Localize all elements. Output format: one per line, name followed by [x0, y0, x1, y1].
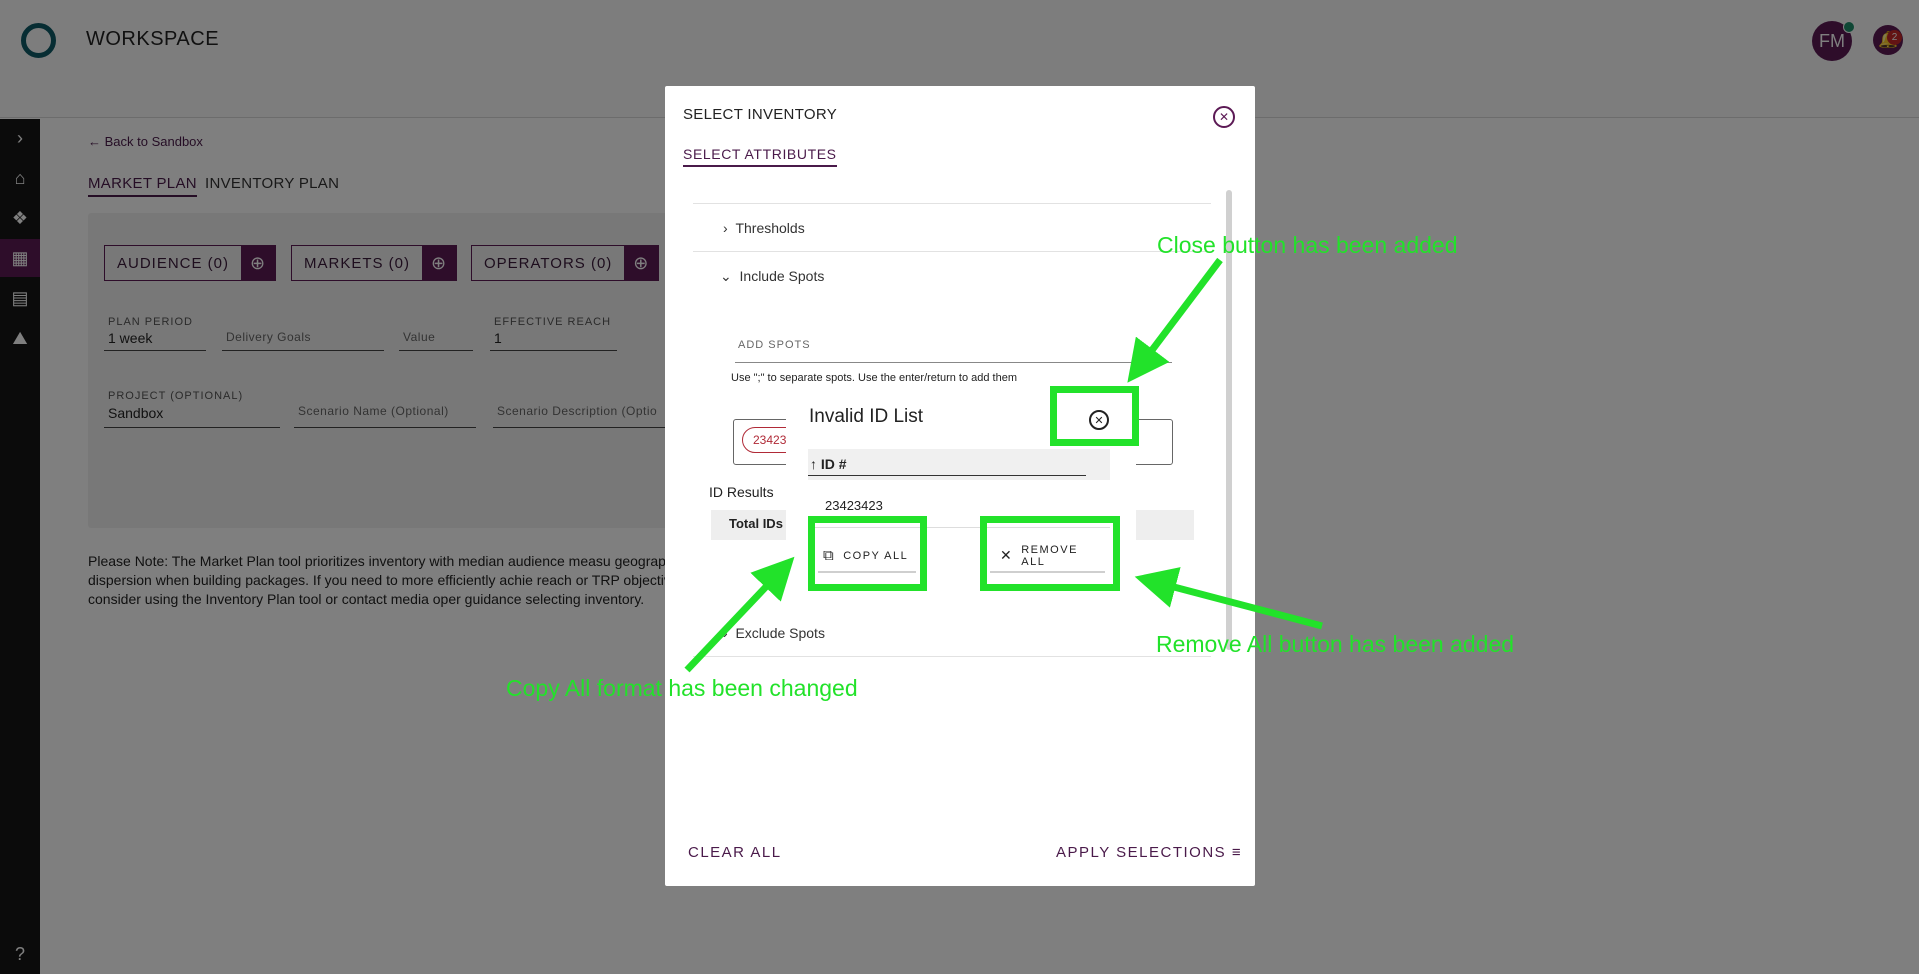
- annotation-arrows: [684, 257, 1323, 673]
- close-annotation-text: Close button has been added: [1157, 232, 1458, 258]
- copy-annotation-text: Copy All format has been changed: [506, 675, 858, 701]
- arrow-to-copy-all: [684, 556, 795, 673]
- arrow-to-close: [1127, 257, 1223, 383]
- arrow-to-remove-all: [1134, 567, 1323, 630]
- remove-annotation-text: Remove All button has been added: [1156, 631, 1515, 657]
